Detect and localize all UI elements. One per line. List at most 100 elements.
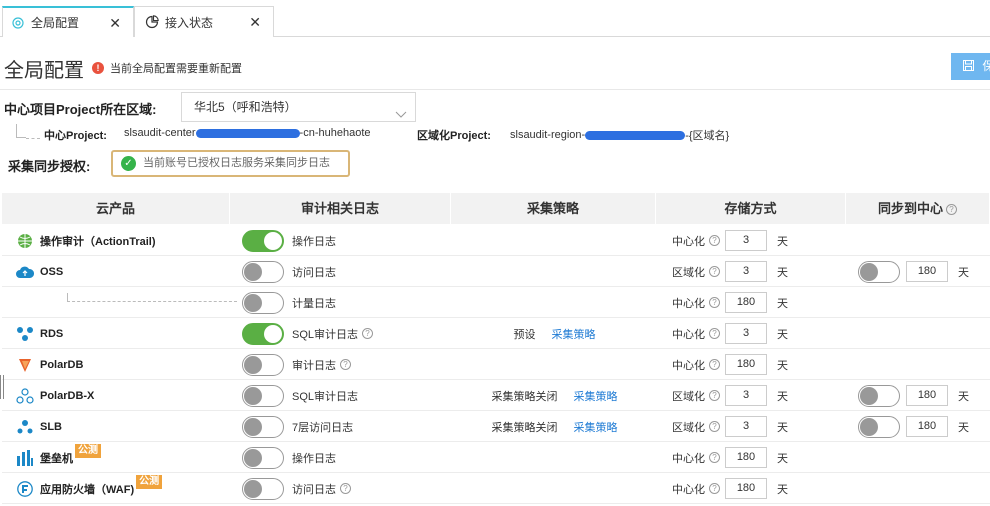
region-select[interactable]: 华北5（呼和浩特） (181, 92, 416, 122)
chevron-down-icon (395, 101, 407, 129)
log-toggle[interactable] (242, 322, 284, 345)
col-header-storage: 存储方式 (656, 193, 846, 224)
col-header-sync-label: 同步到中心 (877, 201, 943, 216)
log-name: 访问日志 (292, 483, 336, 496)
log-name: 计量日志 (292, 297, 336, 310)
table-row: SLB 7层访问日志 采集策略关闭 采集策略 区域化 ? 3 天 180 天 (2, 411, 990, 442)
cloud-icon (16, 263, 34, 281)
log-toggle[interactable] (242, 353, 284, 376)
help-icon[interactable]: ? (709, 297, 720, 308)
strategy-link[interactable]: 采集策略 (552, 326, 596, 342)
retention-days-input[interactable]: 3 (725, 323, 767, 344)
help-icon[interactable]: ? (709, 266, 720, 277)
log-toggle[interactable] (242, 446, 284, 469)
sync-days-input[interactable]: 180 (906, 261, 948, 282)
close-icon[interactable]: ✕ (249, 14, 261, 31)
auth-status-text: 当前账号已授权日志服务采集同步日志 (143, 157, 330, 169)
tab-access-status[interactable]: 接入状态 ✕ (134, 6, 274, 37)
toggle-knob (244, 417, 262, 436)
retention-days-input[interactable]: 3 (725, 385, 767, 406)
storage-mode: 中心化 (672, 297, 705, 310)
log-name: 7层访问日志 (292, 421, 354, 434)
storage-mode: 区域化 (672, 421, 705, 434)
toggle-knob (244, 262, 262, 281)
save-icon (963, 59, 977, 73)
close-icon[interactable]: ✕ (109, 15, 121, 32)
toggle-knob (860, 417, 878, 436)
help-icon[interactable]: ? (946, 204, 957, 216)
help-icon[interactable]: ? (362, 328, 374, 339)
sync-toggle[interactable] (858, 260, 900, 283)
strategy-link[interactable]: 采集策略 (574, 419, 618, 435)
shield-icon (16, 480, 34, 498)
product-cell: 操作审计（ActionTrail) (16, 225, 156, 256)
toggle-knob (860, 262, 878, 281)
toggle-knob (264, 231, 282, 250)
help-icon[interactable]: ? (709, 452, 720, 463)
help-icon[interactable]: ? (340, 359, 351, 370)
log-toggle[interactable] (242, 384, 284, 407)
table-row: 应用防火墙（WAF) 公测 访问日志 ? 中心化 ? 180 天 (2, 473, 990, 504)
day-unit: 天 (777, 359, 788, 372)
sync-toggle[interactable] (858, 415, 900, 438)
log-name: 操作日志 (292, 452, 336, 465)
help-icon[interactable]: ? (709, 359, 720, 370)
page-title: 全局配置 (4, 60, 84, 82)
storage-cell: 中心化 ? 180 天 (672, 442, 788, 473)
help-icon[interactable]: ? (709, 421, 720, 432)
storage-mode: 中心化 (672, 483, 705, 496)
table-row: RDS SQL审计日志 ? 预设 采集策略 中心化 ? 3 天 (2, 318, 990, 349)
log-toggle[interactable] (242, 477, 284, 500)
day-unit: 天 (777, 390, 788, 403)
sub-row-connector (67, 293, 68, 302)
retention-days-input[interactable]: 180 (725, 478, 767, 499)
help-icon[interactable]: ? (709, 390, 720, 401)
help-icon[interactable]: ? (709, 328, 720, 339)
product-name: PolarDB (40, 358, 84, 371)
log-toggle[interactable] (242, 415, 284, 438)
help-icon[interactable]: ? (709, 235, 720, 246)
retention-days-input[interactable]: 180 (725, 354, 767, 375)
region-selected-value: 华北5（呼和浩特） (194, 100, 297, 114)
retention-days-input[interactable]: 3 (725, 230, 767, 251)
product-name: 堡垒机 (40, 452, 73, 465)
log-toggle[interactable] (242, 229, 284, 252)
retention-days-input[interactable]: 3 (725, 416, 767, 437)
save-button[interactable]: 保 (951, 53, 990, 80)
center-project-prefix: slsaudit-center (124, 127, 196, 139)
strategy-link[interactable]: 采集策略 (574, 388, 618, 404)
storage-cell: 中心化 ? 180 天 (672, 473, 788, 504)
storage-mode: 中心化 (672, 359, 705, 372)
day-unit: 天 (958, 390, 969, 403)
help-icon[interactable]: ? (340, 483, 351, 494)
log-toggle[interactable] (242, 291, 284, 314)
product-cell: RDS (16, 318, 63, 349)
day-unit: 天 (777, 297, 788, 310)
drag-handle[interactable] (0, 375, 4, 399)
sync-days-input[interactable]: 180 (906, 385, 948, 406)
sync-toggle[interactable] (858, 384, 900, 407)
table-row: 计量日志 中心化 ? 180 天 (2, 287, 990, 318)
tab-label: 全局配置 (31, 16, 80, 30)
help-icon[interactable]: ? (709, 483, 720, 494)
bar-chart-icon (16, 449, 34, 467)
retention-days-input[interactable]: 180 (725, 447, 767, 468)
redacted-account (585, 130, 686, 140)
auth-label: 采集同步授权: (8, 159, 91, 174)
tab-global-config[interactable]: 全局配置 ✕ (2, 6, 134, 37)
database-icon (16, 325, 34, 343)
tree-connector-line (26, 138, 40, 139)
product-cell: 堡垒机 公测 (16, 442, 101, 473)
log-toggle[interactable] (242, 260, 284, 283)
center-project-label: 中心Project: (44, 130, 107, 142)
retention-days-input[interactable]: 180 (725, 292, 767, 313)
globe-icon (16, 232, 34, 250)
strategy-status: 采集策略关闭 (491, 390, 558, 403)
retention-days-input[interactable]: 3 (725, 261, 767, 282)
region-project-prefix: slsaudit-region- (510, 129, 586, 141)
storage-cell: 区域化 ? 3 天 (672, 256, 788, 287)
sync-cell: 180 天 (858, 256, 969, 287)
sync-days-input[interactable]: 180 (906, 416, 948, 437)
storage-mode: 区域化 (672, 390, 705, 403)
product-cell: SLB (16, 411, 62, 442)
